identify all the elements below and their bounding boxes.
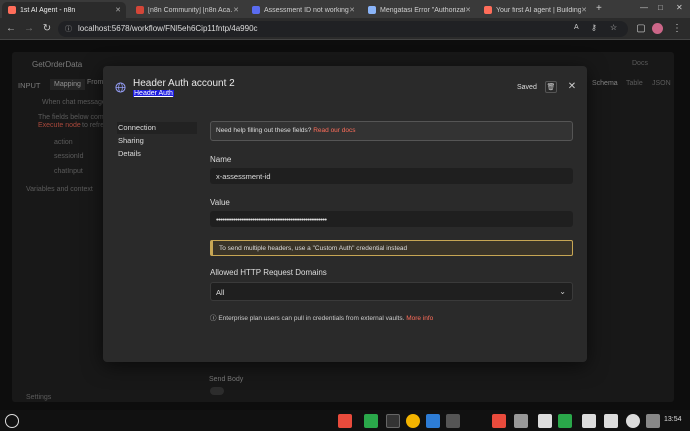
app-icon[interactable] bbox=[446, 414, 460, 428]
taskbar: 13:54 bbox=[0, 410, 690, 431]
clock-app-icon[interactable] bbox=[626, 414, 640, 428]
multiple-headers-notice: To send multiple headers, use a "Custom … bbox=[210, 240, 573, 256]
close-tab-icon[interactable]: ✕ bbox=[465, 6, 471, 14]
profile-avatar[interactable] bbox=[652, 23, 663, 34]
browser-menu-icon[interactable]: ⋮ bbox=[670, 22, 684, 36]
forward-icon[interactable]: → bbox=[22, 22, 36, 36]
new-tab-button[interactable]: + bbox=[596, 3, 602, 14]
youtube-icon[interactable] bbox=[492, 414, 506, 428]
tab-n8n-agent[interactable]: 1st AI Agent - n8n ✕ bbox=[2, 2, 126, 18]
value-field[interactable]: ••••••••••••••••••••••••••••••••••••••••… bbox=[210, 211, 573, 227]
value-label: Value bbox=[210, 198, 230, 207]
browser-toolbar: ← → ↻ ⓘ localhost:5678/workflow/FNl5eh6C… bbox=[0, 18, 690, 40]
n8n-favicon-icon bbox=[484, 6, 492, 14]
name-label: Name bbox=[210, 155, 232, 164]
reload-icon[interactable]: ↻ bbox=[40, 22, 54, 36]
vscode-icon[interactable] bbox=[426, 414, 440, 428]
help-callout: Need help filling out these fields? Read… bbox=[210, 121, 573, 141]
tab-label: Mengatasi Error "Authorizati… bbox=[380, 6, 466, 14]
close-tab-icon[interactable]: ✕ bbox=[349, 6, 355, 14]
app-icon[interactable] bbox=[558, 414, 572, 428]
wifi-icon[interactable] bbox=[646, 414, 660, 428]
sidebar-item-details[interactable]: Details bbox=[117, 148, 197, 160]
credential-type: Header Auth bbox=[133, 90, 174, 97]
screen: 1st AI Agent - n8n ✕ [n8n Community] [n8… bbox=[0, 0, 690, 431]
saved-status: Saved bbox=[517, 84, 537, 91]
help-text: Need help filling out these fields? bbox=[216, 127, 312, 134]
globe-icon bbox=[115, 82, 126, 93]
close-tab-icon[interactable]: ✕ bbox=[581, 6, 587, 14]
credential-title[interactable]: Header Auth account 2 bbox=[133, 78, 235, 89]
close-window-icon[interactable]: ✕ bbox=[676, 3, 683, 12]
ubuntu-menu-icon[interactable] bbox=[5, 414, 19, 428]
app-icon[interactable] bbox=[514, 414, 528, 428]
extensions-icon[interactable]: ▢ bbox=[634, 22, 648, 36]
minimize-icon[interactable]: — bbox=[640, 3, 648, 12]
tab-label: 1st AI Agent - n8n bbox=[20, 6, 76, 14]
close-tab-icon[interactable]: ✕ bbox=[115, 6, 121, 14]
site-info-icon[interactable]: ⓘ bbox=[65, 24, 72, 34]
address-bar[interactable]: ⓘ localhost:5678/workflow/FNl5eh6Cip11fn… bbox=[58, 21, 628, 37]
info-icon: ⓘ bbox=[210, 315, 217, 322]
enterprise-note: ⓘ Enterprise plan users can pull in cred… bbox=[210, 312, 433, 322]
tab-first-ai-agent[interactable]: Your first AI agent | Building… ✕ bbox=[478, 2, 592, 18]
app-icon[interactable] bbox=[582, 414, 596, 428]
terminal-icon[interactable] bbox=[386, 414, 400, 428]
chevron-down-icon: ⌄ bbox=[559, 287, 566, 296]
bookmark-star-icon[interactable]: ☆ bbox=[610, 23, 617, 32]
files-icon[interactable] bbox=[364, 414, 378, 428]
gmail-favicon-icon bbox=[136, 6, 144, 14]
close-icon[interactable]: ✕ bbox=[566, 81, 578, 93]
chrome-icon[interactable] bbox=[406, 414, 420, 428]
delete-button[interactable]: 🗑 bbox=[545, 81, 557, 93]
domains-label: Allowed HTTP Request Domains bbox=[210, 268, 327, 277]
read-docs-link[interactable]: Read our docs bbox=[313, 127, 355, 134]
domains-select[interactable]: All ⌄ bbox=[210, 282, 573, 301]
tab-label: Your first AI agent | Building… bbox=[496, 6, 582, 14]
url-text: localhost:5678/workflow/FNl5eh6Cip11fntp… bbox=[78, 24, 258, 33]
maximize-icon[interactable]: □ bbox=[658, 3, 663, 12]
name-field[interactable]: x-assessment-id bbox=[210, 168, 573, 184]
credential-modal: Header Auth account 2 Header Auth Saved … bbox=[103, 66, 587, 362]
trash-icon: 🗑 bbox=[546, 84, 556, 91]
browser-tab-strip: 1st AI Agent - n8n ✕ [n8n Community] [n8… bbox=[0, 0, 690, 18]
sidebar-item-sharing[interactable]: Sharing bbox=[117, 135, 197, 147]
gemini-favicon-icon bbox=[368, 6, 376, 14]
tab-assessment[interactable]: Assessment ID not working ✕ bbox=[246, 2, 360, 18]
close-tab-icon[interactable]: ✕ bbox=[233, 6, 239, 14]
app-icon[interactable] bbox=[604, 414, 618, 428]
translate-icon[interactable]: A bbox=[574, 24, 579, 31]
tab-label: Assessment ID not working bbox=[264, 6, 349, 14]
camera-icon[interactable] bbox=[538, 414, 552, 428]
domains-value: All bbox=[216, 288, 225, 297]
more-info-link[interactable]: More info bbox=[406, 315, 433, 322]
back-icon[interactable]: ← bbox=[4, 22, 18, 36]
tab-community[interactable]: [n8n Community] [n8n Aca… ✕ bbox=[130, 2, 244, 18]
shield-app-icon[interactable] bbox=[338, 414, 352, 428]
discourse-favicon-icon bbox=[252, 6, 260, 14]
tab-mengatasi[interactable]: Mengatasi Error "Authorizati… ✕ bbox=[362, 2, 476, 18]
sidebar-item-connection[interactable]: Connection bbox=[117, 122, 197, 134]
enterprise-text: Enterprise plan users can pull in creden… bbox=[218, 315, 405, 322]
password-key-icon[interactable]: ⚷ bbox=[591, 23, 597, 32]
clock: 13:54 bbox=[664, 416, 682, 423]
tab-label: [n8n Community] [n8n Aca… bbox=[148, 6, 234, 14]
n8n-favicon-icon bbox=[8, 6, 16, 14]
